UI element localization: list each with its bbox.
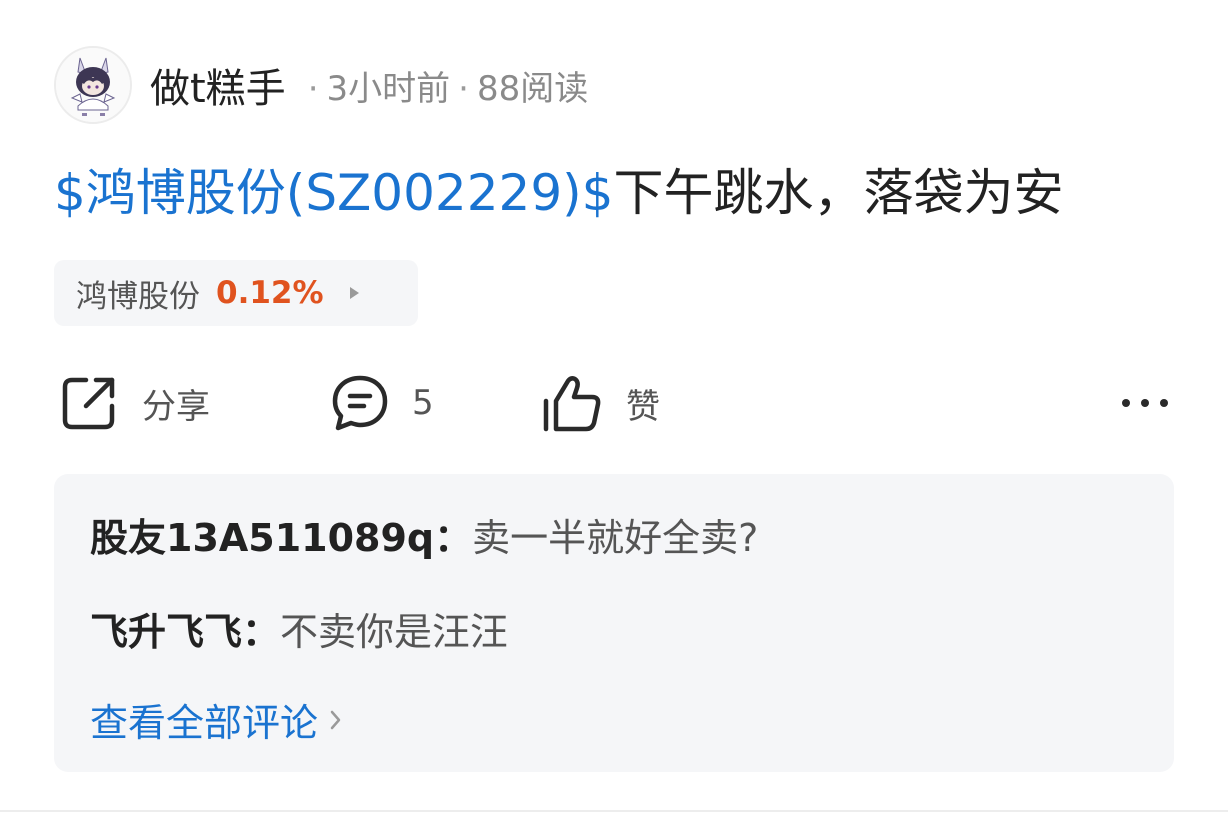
post-title-text: 下午跳水，落袋为安 [613, 164, 1064, 222]
chevron-right-icon [328, 707, 344, 733]
like-label: 赞 [626, 386, 660, 427]
meta-separator: · [307, 68, 319, 109]
stock-link[interactable]: $鸿博股份(SZ002229)$ [54, 164, 614, 222]
post-time: 3小时前 [326, 68, 451, 109]
view-all-comments-label: 查看全部评论 [90, 701, 319, 745]
post-meta: · 3小时前 · 88阅读 [300, 61, 589, 110]
comment-item[interactable]: 股友13A511089q：卖一半就好全卖? [90, 507, 758, 562]
more-dots-icon [1122, 399, 1168, 407]
more-button[interactable] [1120, 368, 1170, 438]
action-bar: 分享 5 赞 [54, 368, 1174, 438]
view-all-comments-link[interactable]: 查看全部评论 [90, 692, 344, 747]
post-views: 88阅读 [476, 68, 589, 109]
like-button[interactable]: 赞 [540, 368, 660, 438]
post-header: 做t糕手 · 3小时前 · 88阅读 [54, 45, 588, 125]
comment-colon: ： [434, 516, 473, 560]
comment-colon: ： [242, 610, 281, 654]
comments-panel: 股友13A511089q：卖一半就好全卖? 飞升飞飞：不卖你是汪汪 查看全部评论 [54, 474, 1174, 772]
share-label: 分享 [142, 386, 210, 427]
meta-separator: · [458, 68, 469, 109]
play-arrow-icon [349, 287, 359, 299]
anime-avatar-icon [56, 48, 130, 122]
post-title: $鸿博股份(SZ002229)$下午跳水，落袋为安 [54, 158, 1064, 228]
comment-content: 不卖你是汪汪 [280, 610, 509, 654]
stock-chip-name: 鸿博股份 [76, 278, 200, 315]
stock-chip[interactable]: 鸿博股份 0.12% [54, 260, 418, 326]
bottom-divider [0, 810, 1228, 812]
thumbs-up-icon [543, 376, 601, 432]
author-name[interactable]: 做t糕手 [150, 56, 286, 114]
share-icon [62, 377, 115, 430]
comment-author[interactable]: 飞升飞飞 [90, 610, 242, 654]
comment-author[interactable]: 股友13A511089q [90, 516, 434, 560]
comment-bubble-icon [332, 375, 388, 431]
comment-button[interactable]: 5 [330, 368, 434, 438]
share-button[interactable]: 分享 [60, 368, 210, 438]
comment-content: 卖一半就好全卖? [472, 516, 759, 560]
author-avatar[interactable] [54, 46, 132, 124]
stock-chip-change: 0.12% [216, 275, 324, 311]
comment-count: 5 [412, 383, 434, 423]
comment-item[interactable]: 飞升飞飞：不卖你是汪汪 [90, 601, 508, 656]
